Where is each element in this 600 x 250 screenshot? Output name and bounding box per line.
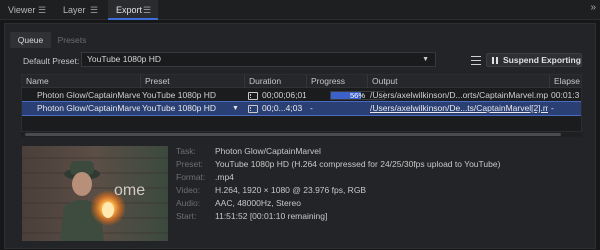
panel-tab-bar: Viewer ☰ Layer ☰ Export ☰ » bbox=[0, 0, 600, 20]
row-name: Photon Glow/CaptainMarvel bbox=[37, 90, 140, 100]
row-duration: 00;00;06;01 bbox=[262, 90, 306, 100]
tab-viewer-label: Viewer bbox=[8, 5, 36, 15]
preview-thumbnail: ome bbox=[22, 146, 168, 241]
column-header-elapsed[interactable]: Elapse bbox=[549, 75, 581, 88]
tab-export[interactable]: Export ☰ bbox=[108, 0, 158, 20]
suspend-exporting-button[interactable]: Suspend Exporting bbox=[486, 53, 582, 67]
detail-preset-value: YouTube 1080p HD (H.264 compressed for 2… bbox=[215, 159, 501, 169]
detail-audio-value: AAC, 48000Hz, Stereo bbox=[215, 198, 301, 208]
pause-icon bbox=[492, 57, 499, 64]
row-output[interactable]: /Users/axelwilkinson/D...orts/CaptainMar… bbox=[370, 89, 548, 102]
column-header-name[interactable]: Name bbox=[22, 75, 140, 88]
column-header-preset[interactable]: Preset bbox=[140, 75, 244, 88]
tab-viewer[interactable]: Viewer ☰ bbox=[0, 0, 55, 20]
chevron-down-icon: ▼ bbox=[422, 56, 429, 63]
tab-menu-icon[interactable]: ☰ bbox=[38, 0, 46, 20]
row-output[interactable]: /Users/axelwilkinson/De...ts/CaptainMarv… bbox=[370, 102, 548, 115]
list-icon-line bbox=[471, 63, 481, 65]
column-header-progress[interactable]: Progress bbox=[306, 75, 367, 88]
row-preset[interactable]: YouTube 1080p HD bbox=[142, 89, 240, 102]
row-elapsed: 00:01:3 bbox=[551, 90, 580, 100]
export-queue-table: Name Preset Duration Progress Output Ela… bbox=[21, 74, 582, 132]
table-header: Name Preset Duration Progress Output Ela… bbox=[22, 75, 581, 88]
list-icon-line bbox=[471, 59, 481, 61]
film-icon bbox=[248, 92, 258, 100]
row-progress: - bbox=[310, 103, 313, 113]
preset-dropdown-icon[interactable]: ▼ bbox=[232, 102, 239, 115]
default-preset-select[interactable]: YouTube 1080p HD ▼ bbox=[81, 52, 436, 67]
default-preset-label: Default Preset: bbox=[23, 56, 80, 66]
row-duration: 00;0...4;03 bbox=[262, 103, 303, 113]
detail-task-value: Photon Glow/CaptainMarvel bbox=[215, 146, 321, 156]
panel-overflow-icon[interactable]: » bbox=[590, 2, 596, 13]
column-header-output[interactable]: Output bbox=[367, 75, 549, 88]
tab-layer[interactable]: Layer ☰ bbox=[55, 0, 108, 20]
detail-format-value: .mp4 bbox=[215, 172, 234, 182]
detail-video-key: Video: bbox=[176, 185, 200, 195]
scrollbar-thumb[interactable] bbox=[25, 133, 561, 136]
table-row[interactable]: Photon Glow/CaptainMarvel YouTube 1080p … bbox=[22, 89, 581, 102]
row-preset[interactable]: YouTube 1080p HD bbox=[142, 102, 237, 115]
preview-overlay-text: ome bbox=[114, 182, 146, 199]
detail-preset-key: Preset: bbox=[176, 159, 203, 169]
detail-start-value: 11:51:52 [00:01:10 remaining] bbox=[215, 211, 328, 221]
detail-video-value: H.264, 1920 × 1080 @ 23.976 fps, RGB bbox=[215, 185, 367, 195]
film-icon bbox=[248, 105, 258, 113]
list-icon bbox=[471, 55, 481, 57]
tab-layer-label: Layer bbox=[63, 5, 86, 15]
detail-task-key: Task: bbox=[176, 146, 196, 156]
row-name: Photon Glow/CaptainMarvel bbox=[37, 103, 140, 113]
detail-audio-key: Audio: bbox=[176, 198, 201, 208]
default-preset-value: YouTube 1080p HD bbox=[87, 54, 162, 64]
suspend-exporting-label: Suspend Exporting bbox=[503, 55, 581, 65]
tab-menu-icon[interactable]: ☰ bbox=[90, 0, 98, 20]
subtab-queue[interactable]: Queue bbox=[10, 32, 51, 48]
horizontal-scrollbar[interactable] bbox=[21, 132, 582, 137]
column-header-duration[interactable]: Duration bbox=[244, 75, 306, 88]
tab-export-label: Export bbox=[116, 5, 143, 15]
row-elapsed: - bbox=[551, 103, 554, 113]
tab-menu-icon[interactable]: ☰ bbox=[143, 0, 151, 20]
subtab-presets[interactable]: Presets bbox=[55, 32, 89, 48]
detail-format-key: Format: bbox=[176, 172, 206, 182]
queue-options-button[interactable] bbox=[471, 53, 481, 67]
preview-image bbox=[22, 146, 168, 241]
detail-start-key: Start: bbox=[176, 211, 197, 221]
table-row-selected[interactable]: Photon Glow/CaptainMarvel YouTube 1080p … bbox=[22, 101, 581, 116]
